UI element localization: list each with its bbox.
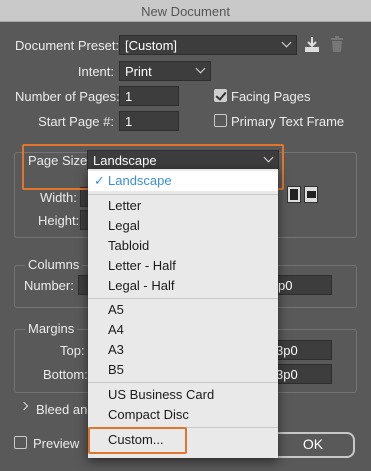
menu-item-legal-half[interactable]: Legal - Half (88, 276, 278, 296)
menu-item-us-business-card[interactable]: US Business Card (88, 385, 278, 405)
document-preset-value: [Custom] (125, 38, 178, 53)
margin-outside-input[interactable]: 3p0 (270, 364, 332, 384)
title-bar: New Document (0, 0, 371, 22)
intent-value: Print (125, 64, 152, 79)
menu-item-selected-label: Landscape (108, 173, 172, 188)
primary-text-frame-checkbox[interactable] (214, 114, 227, 127)
menu-item-legal[interactable]: Legal (88, 216, 278, 236)
window-title: New Document (141, 4, 230, 19)
menu-separator (88, 382, 278, 383)
chevron-down-icon (281, 37, 292, 48)
margin-top-label: Top: (60, 343, 85, 358)
margin-inside-input[interactable]: 3p0 (270, 340, 332, 360)
width-label: Width: (40, 190, 77, 205)
menu-item-a3[interactable]: A3 (88, 340, 278, 360)
save-preset-icon[interactable] (304, 36, 320, 53)
document-preset-select[interactable]: [Custom] (119, 35, 297, 55)
landscape-orientation-icon[interactable] (304, 186, 318, 203)
menu-item-compact-disc[interactable]: Compact Disc (88, 405, 278, 425)
gutter-input[interactable]: p0 (272, 275, 332, 295)
columns-section-label: Columns (25, 257, 83, 272)
chevron-down-icon (195, 63, 206, 74)
menu-item-tabloid[interactable]: Tabloid (88, 236, 278, 256)
bleed-section-label[interactable]: Bleed and (36, 402, 95, 417)
chevron-right-icon[interactable] (19, 401, 29, 411)
preview-checkbox[interactable] (14, 436, 27, 449)
menu-item-letter[interactable]: Letter (88, 196, 278, 216)
portrait-orientation-icon[interactable] (287, 186, 301, 203)
height-label: Height: (38, 213, 80, 228)
delete-preset-icon[interactable] (330, 36, 344, 53)
columns-number-label: Number: (24, 278, 74, 293)
ok-button[interactable]: OK (271, 432, 355, 458)
menu-separator (88, 194, 278, 195)
margin-bottom-label: Bottom: (43, 367, 88, 382)
intent-label: Intent: (77, 64, 114, 79)
menu-item-a5[interactable]: A5 (88, 300, 278, 320)
menu-item-b5[interactable]: B5 (88, 360, 278, 380)
primary-text-frame-label: Primary Text Frame (231, 114, 345, 129)
document-preset-label: Document Preset: (15, 38, 120, 53)
preview-label: Preview (33, 436, 80, 451)
custom-highlight (88, 427, 187, 454)
page-size-menu: ✓ Landscape Letter Legal Tabloid Letter … (88, 169, 278, 458)
number-of-pages-label: Number of Pages: (15, 89, 120, 104)
facing-pages-checkbox[interactable] (214, 89, 227, 102)
menu-separator (88, 298, 278, 299)
facing-pages-label: Facing Pages (231, 89, 311, 104)
margins-section-label: Margins (25, 321, 78, 336)
intent-select[interactable]: Print (119, 61, 211, 81)
menu-item-letter-half[interactable]: Letter - Half (88, 256, 278, 276)
menu-item-selected[interactable]: ✓ Landscape (88, 171, 278, 191)
start-page-label: Start Page #: (38, 114, 114, 129)
checkmark-icon: ✓ (94, 173, 105, 188)
start-page-input[interactable]: 1 (119, 111, 179, 131)
number-of-pages-input[interactable]: 1 (119, 86, 179, 106)
menu-item-a4[interactable]: A4 (88, 320, 278, 340)
